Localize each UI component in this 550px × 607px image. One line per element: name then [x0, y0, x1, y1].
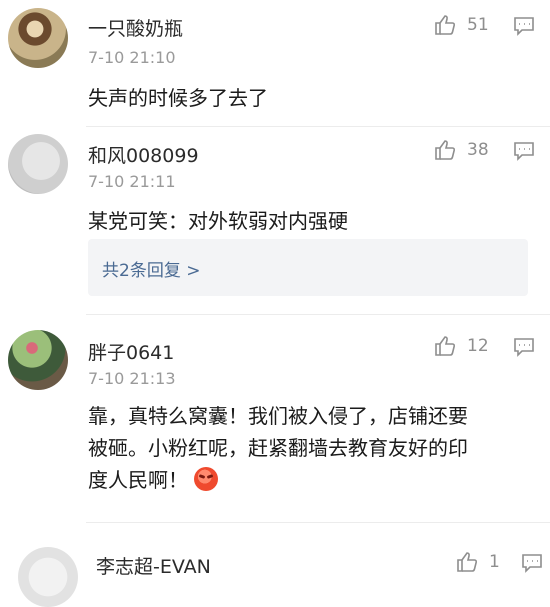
divider	[86, 126, 550, 127]
thumbs-up-icon	[435, 140, 456, 160]
like-count: 38	[467, 140, 489, 160]
divider	[86, 522, 550, 523]
like-count: 51	[467, 15, 489, 35]
comment-text-line-end: 度人民啊！	[88, 468, 188, 492]
comment-icon[interactable]	[513, 16, 535, 36]
comment-timestamp: 7-10 21:13	[88, 369, 176, 388]
comment-text-line: 度人民啊！	[88, 464, 528, 496]
replies-label: 共2条回复 >	[102, 261, 201, 281]
comment-text-line: 靠，真特么窝囊！我们被入侵了，店铺还要	[88, 404, 468, 428]
avatar[interactable]	[8, 330, 68, 390]
comment-text: 靠，真特么窝囊！我们被入侵了，店铺还要 被砸。小粉红呢，赶紧翻墙去教育友好的印 …	[88, 400, 528, 496]
comment-username[interactable]: 一只酸奶瓶	[88, 14, 183, 41]
like-count: 12	[467, 336, 489, 356]
thumbs-up-icon	[435, 336, 456, 356]
like-button[interactable]: 38	[433, 138, 489, 162]
comment-icon[interactable]	[513, 337, 535, 357]
angry-face-emoji	[194, 467, 218, 491]
avatar[interactable]	[8, 134, 68, 194]
like-button[interactable]: 51	[433, 13, 489, 37]
comment-text-line: 被砸。小粉红呢，赶紧翻墙去教育友好的印	[88, 436, 468, 460]
comment-text: 某党可笑：对外软弱对内强硬	[88, 209, 348, 233]
like-count: 1	[489, 552, 500, 572]
comment-username[interactable]: 胖子0641	[88, 338, 174, 365]
like-button[interactable]: 1	[455, 550, 500, 574]
like-button[interactable]: 12	[433, 334, 489, 358]
comment-timestamp: 7-10 21:11	[88, 172, 176, 191]
view-replies-button[interactable]: 共2条回复 >	[88, 239, 528, 296]
thumbs-up-icon	[435, 15, 456, 35]
divider	[86, 314, 550, 315]
comment-username[interactable]: 李志超-EVAN	[96, 552, 211, 579]
avatar[interactable]	[18, 547, 78, 607]
comment-username[interactable]: 和风008099	[88, 141, 199, 168]
thumbs-up-icon	[457, 552, 478, 572]
avatar[interactable]	[8, 8, 68, 68]
comment-icon[interactable]	[521, 553, 543, 573]
comment-text: 失声的时候多了去了	[88, 86, 268, 110]
comment-icon[interactable]	[513, 141, 535, 161]
comment-timestamp: 7-10 21:10	[88, 48, 176, 67]
